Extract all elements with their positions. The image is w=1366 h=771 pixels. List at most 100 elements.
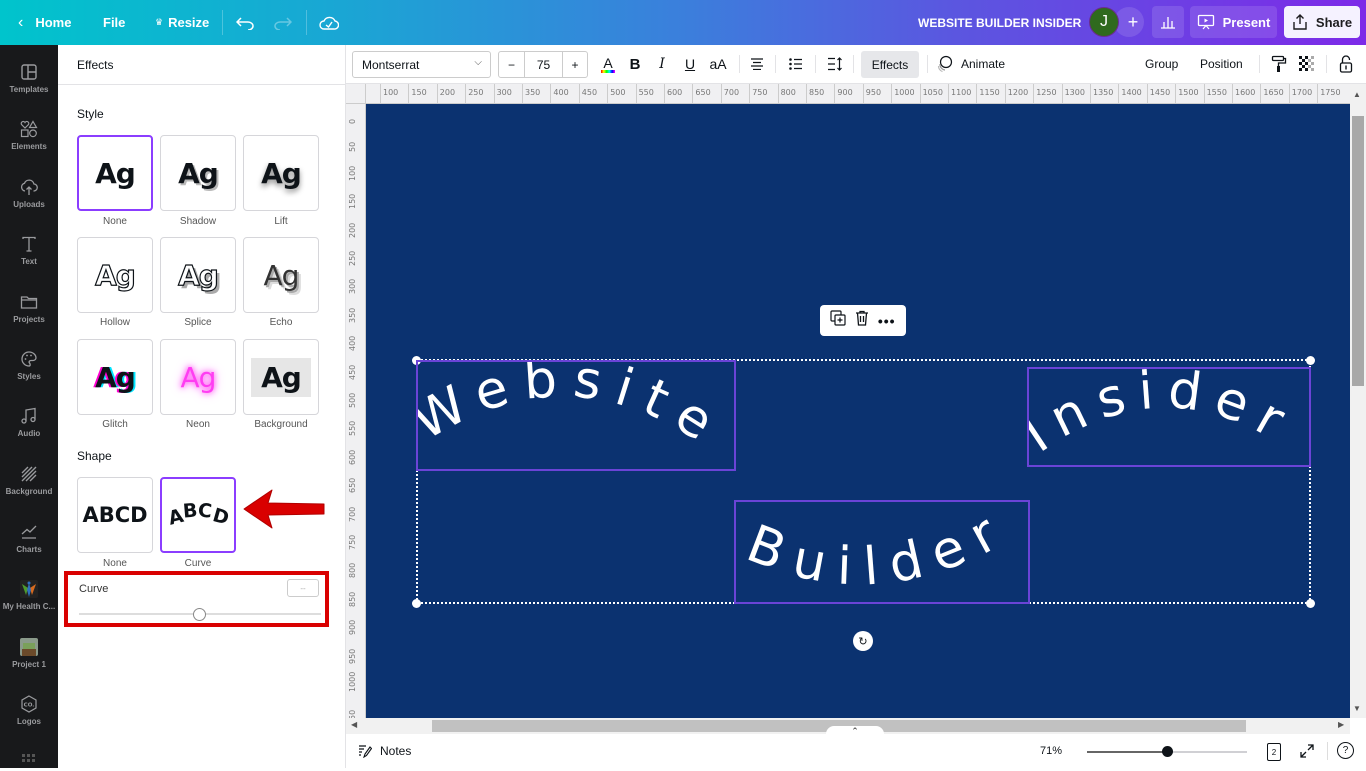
style-background-tile[interactable]: Ag (243, 339, 319, 415)
scroll-right-icon[interactable]: ▶ (1338, 720, 1344, 729)
ruler-label: 100 (383, 88, 399, 97)
copy-style-button[interactable] (1270, 53, 1288, 75)
resize-handle-bottom-right[interactable] (1306, 599, 1315, 608)
resize-handle-bottom-left[interactable] (412, 599, 421, 608)
text-box-builder[interactable]: Builder (734, 497, 1030, 604)
chevron-up-icon: ⌃ (851, 726, 859, 736)
font-family-dropdown[interactable]: Montserrat ⌵ (352, 51, 491, 78)
vertical-scrollbar[interactable]: ▲ ▼ (1350, 84, 1366, 718)
sidebar-item-templates[interactable]: Templates (0, 57, 58, 109)
bold-button[interactable]: B (628, 53, 642, 75)
style-shadow-tile[interactable]: Ag (160, 135, 236, 211)
underline-button[interactable]: U (683, 53, 697, 75)
sidebar-item-background[interactable]: Background (0, 459, 58, 511)
color-bar (601, 69, 615, 73)
italic-button[interactable]: I (655, 53, 669, 75)
shape-none-tile[interactable]: ABCD (77, 477, 153, 553)
sidebar-item-uploads[interactable]: Uploads (0, 172, 58, 224)
file-menu[interactable]: File (103, 0, 125, 45)
present-icon (1197, 14, 1214, 30)
transparency-button[interactable] (1298, 53, 1316, 75)
font-size-input[interactable]: 75 (525, 52, 563, 77)
minus-icon: − (507, 57, 515, 72)
more-options-button[interactable]: ••• (878, 313, 896, 329)
logos-icon: CO. (21, 695, 37, 713)
spacing-button[interactable] (826, 53, 844, 75)
home-label: Home (35, 15, 72, 30)
share-button[interactable]: Share (1284, 6, 1360, 38)
text-color-button[interactable]: A (599, 53, 617, 75)
insights-button[interactable] (1152, 6, 1184, 38)
animate-button[interactable]: Animate (936, 53, 1016, 75)
vertical-scroll-thumb[interactable] (1352, 116, 1364, 386)
style-lift-tile[interactable]: Ag (243, 135, 319, 211)
rotate-handle[interactable]: ↻ (853, 631, 873, 651)
sidebar-item-logos[interactable]: CO. Logos (0, 689, 58, 741)
notes-icon (359, 745, 372, 758)
sidebar-item-projects[interactable]: Projects (0, 287, 58, 339)
page-count-button[interactable]: 2 (1267, 743, 1281, 761)
lock-button[interactable] (1338, 53, 1354, 75)
curve-value-input[interactable]: -- (287, 579, 319, 597)
undo-button[interactable] (236, 0, 254, 45)
style-section-title: Style (77, 107, 104, 121)
sidebar-item-audio[interactable]: Audio (0, 401, 58, 453)
list-button[interactable] (787, 53, 805, 75)
effects-label: Effects (871, 57, 909, 72)
resize-label: Resize (168, 15, 210, 30)
zoom-slider-knob[interactable] (1162, 746, 1173, 757)
style-glitch-tile[interactable]: Ag (77, 339, 153, 415)
sidebar-item-text[interactable]: Text (0, 229, 58, 281)
style-none-tile[interactable]: Ag (77, 135, 153, 211)
more-apps-icon[interactable] (22, 753, 36, 771)
redo-button[interactable] (274, 0, 292, 45)
resize-button[interactable]: ♛ Resize (155, 0, 209, 45)
sidebar-item-styles[interactable]: Styles (0, 344, 58, 396)
svg-text:CO.: CO. (24, 703, 35, 709)
document-title[interactable]: WEBSITE BUILDER INSIDER (918, 0, 1081, 45)
design-canvas[interactable]: Website Insider Builder (366, 104, 1350, 718)
style-splice-tile[interactable]: Ag (160, 237, 236, 313)
scroll-left-icon[interactable]: ◀ (351, 720, 357, 729)
save-status-button[interactable] (319, 0, 339, 45)
style-neon-tile[interactable]: Ag (160, 339, 236, 415)
text-box-insider[interactable]: Insider (1013, 360, 1311, 467)
expand-pages-button[interactable]: ⌃ (826, 726, 884, 740)
home-button[interactable]: ‹ Home (18, 0, 71, 45)
increase-font-size-button[interactable]: + (563, 52, 587, 77)
rotate-icon: ↻ (858, 635, 868, 648)
style-label: Glitch (102, 419, 128, 430)
sidebar-item-charts[interactable]: Charts (0, 517, 58, 569)
text-box-website[interactable]: Website (403, 349, 736, 471)
fullscreen-button[interactable] (1299, 743, 1315, 764)
ruler-label: 1000 (894, 88, 915, 97)
decrease-font-size-button[interactable]: − (499, 52, 525, 77)
ruler-label: 650 (695, 88, 711, 97)
effects-button[interactable]: Effects (861, 51, 919, 78)
scroll-up-icon[interactable]: ▲ (1353, 90, 1361, 99)
sidebar-item-project-1[interactable]: Project 1 (0, 632, 58, 684)
curve-slider-knob[interactable] (193, 608, 206, 621)
position-button[interactable]: Position (1200, 57, 1243, 71)
style-hollow-tile[interactable]: Ag (77, 237, 153, 313)
ruler-label: 1150 (979, 88, 1000, 97)
letter-case-button[interactable]: aA (708, 53, 728, 75)
sidebar-item-my-health[interactable]: My Health C... (0, 574, 58, 626)
scroll-down-icon[interactable]: ▼ (1353, 704, 1361, 713)
notes-button[interactable]: Notes (358, 744, 411, 758)
present-button[interactable]: Present (1190, 6, 1277, 38)
avatar[interactable]: J (1089, 7, 1119, 37)
align-button[interactable] (748, 53, 766, 75)
delete-button[interactable] (855, 310, 869, 331)
style-echo-tile[interactable]: Ag (243, 237, 319, 313)
style-label: Splice (184, 317, 212, 328)
shape-curve-tile[interactable]: A B C D (160, 477, 236, 553)
help-button[interactable]: ? (1337, 742, 1354, 759)
sidebar-item-elements[interactable]: Elements (0, 114, 58, 166)
letter-case-icon: aA (709, 56, 727, 72)
duplicate-button[interactable] (830, 310, 846, 331)
group-button[interactable]: Group (1145, 57, 1178, 71)
zoom-percentage[interactable]: 71% (1040, 745, 1062, 757)
ruler-label: 250 (468, 88, 484, 97)
resize-handle-top-right[interactable] (1306, 356, 1315, 365)
